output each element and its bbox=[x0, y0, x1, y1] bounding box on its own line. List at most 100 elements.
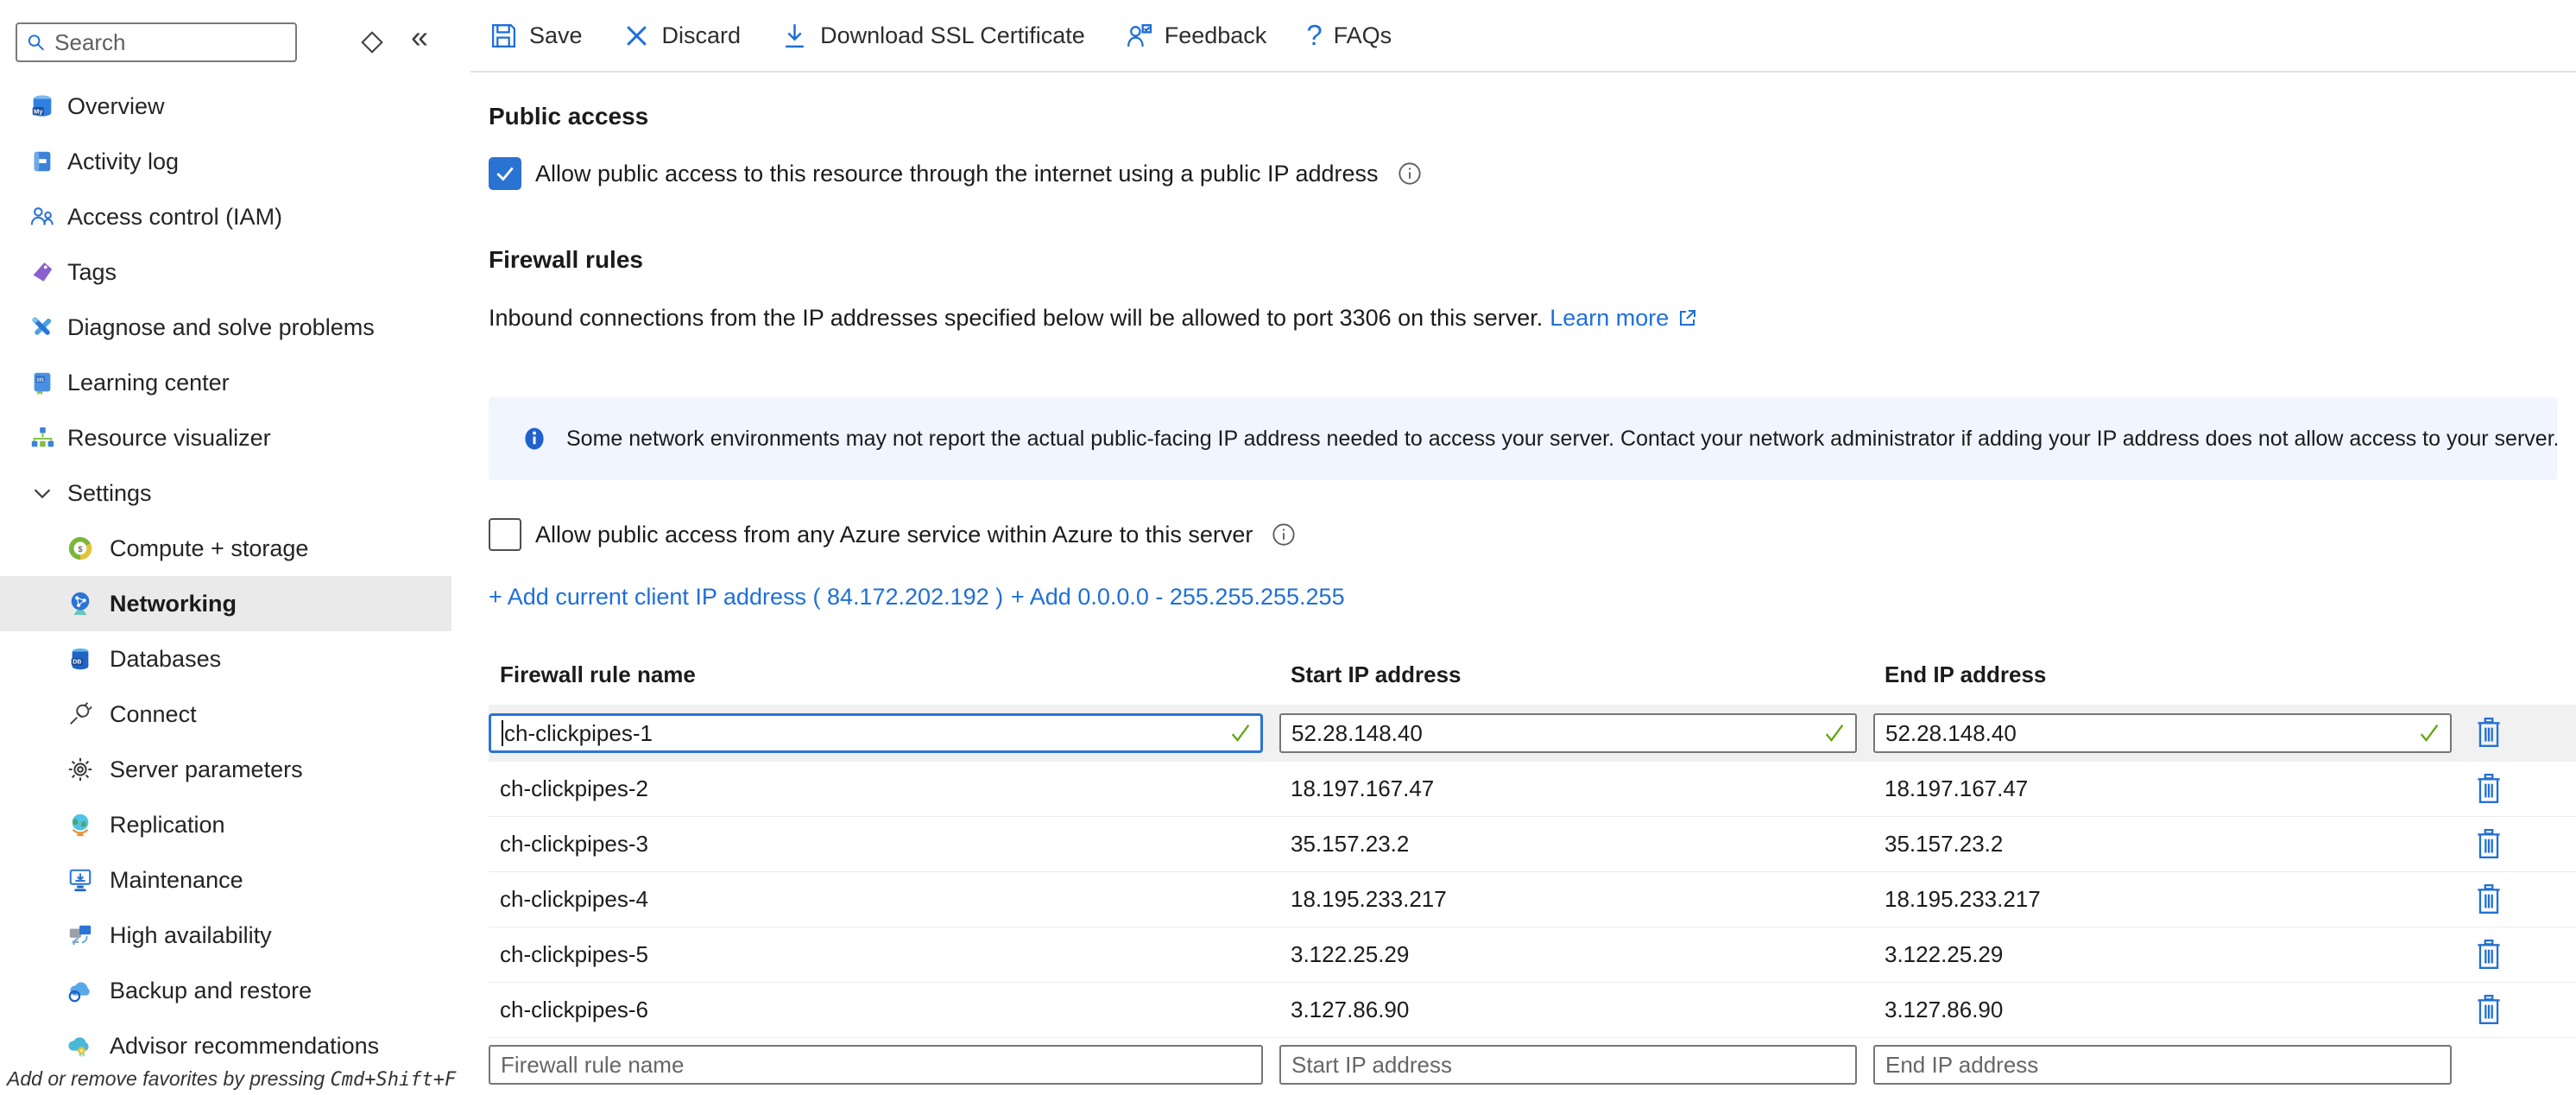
delete-rule-button[interactable] bbox=[2472, 935, 2506, 975]
sidebar-item-diagnose[interactable]: Diagnose and solve problems bbox=[0, 300, 451, 355]
question-mark-icon: ? bbox=[1306, 19, 1322, 52]
table-row: ch-clickpipes-4 18.195.233.217 18.195.23… bbox=[489, 872, 2576, 927]
chevron-down-icon bbox=[29, 480, 55, 506]
globe-stand-icon bbox=[67, 812, 93, 838]
delete-rule-button[interactable] bbox=[2472, 769, 2506, 809]
sidebar-item-label: Access control (IAM) bbox=[67, 204, 282, 231]
db-cylinder-icon: DB bbox=[67, 646, 93, 672]
end-ip-input[interactable] bbox=[1873, 713, 2452, 753]
delete-rule-button[interactable] bbox=[2472, 825, 2506, 864]
feedback-person-icon bbox=[1125, 22, 1153, 50]
add-ip-links: + Add current client IP address ( 84.172… bbox=[489, 584, 2576, 613]
search-input[interactable] bbox=[54, 29, 287, 56]
learn-more-link[interactable]: Learn more bbox=[1550, 305, 1669, 332]
sidebar-item-label: Tags bbox=[67, 259, 117, 286]
sidebar-item-resource-visualizer[interactable]: Resource visualizer bbox=[0, 410, 451, 465]
add-client-ip-link[interactable]: + Add current client IP address ( 84.172… bbox=[489, 584, 1003, 611]
start-ip-cell: 35.157.23.2 bbox=[1279, 831, 1857, 858]
cloud-restore-icon bbox=[67, 978, 93, 1003]
public-access-title: Public access bbox=[489, 102, 2576, 131]
rule-name-cell: ch-clickpipes-6 bbox=[489, 997, 1263, 1023]
sidebar-item-compute-storage[interactable]: $ Compute + storage bbox=[0, 521, 451, 576]
faqs-button[interactable]: ? FAQs bbox=[1306, 19, 1392, 52]
sidebar-item-label: Resource visualizer bbox=[67, 425, 271, 452]
info-filled-icon bbox=[521, 426, 547, 452]
save-button[interactable]: Save bbox=[489, 22, 583, 50]
sidebar-item-label: High availability bbox=[110, 922, 272, 949]
sidebar-item-tags[interactable]: Tags bbox=[0, 244, 451, 300]
sidebar-item-replication[interactable]: Replication bbox=[0, 797, 451, 852]
rule-name-input[interactable]: ch-clickpipes-1 bbox=[489, 713, 1263, 753]
sidebar-item-settings[interactable]: Settings bbox=[0, 465, 451, 521]
favorites-hint: Add or remove favorites by pressing Cmd+… bbox=[7, 1067, 456, 1091]
public-access-checkbox[interactable] bbox=[489, 157, 521, 190]
azure-services-checkbox[interactable] bbox=[489, 518, 521, 551]
end-ip-cell: 3.127.86.90 bbox=[1873, 997, 2452, 1023]
delete-rule-button[interactable] bbox=[2472, 713, 2506, 753]
sidebar-item-label: Settings bbox=[67, 480, 152, 507]
advisor-cloud-badge-icon bbox=[67, 1033, 93, 1059]
sidebar-item-access-control[interactable]: Access control (IAM) bbox=[0, 189, 451, 244]
start-ip-cell: 3.127.86.90 bbox=[1279, 997, 1857, 1023]
sidebar-search[interactable] bbox=[16, 22, 297, 62]
sidebar-item-overview[interactable]: My Overview bbox=[0, 79, 451, 134]
info-banner: Some network environments may not report… bbox=[489, 397, 2557, 480]
sidebar-item-high-availability[interactable]: High availability bbox=[0, 908, 451, 963]
delete-rule-button[interactable] bbox=[2472, 991, 2506, 1030]
trash-icon bbox=[2474, 883, 2503, 916]
download-ssl-certificate-button[interactable]: Download SSL Certificate bbox=[780, 22, 1085, 50]
end-ip-cell: 3.122.25.29 bbox=[1873, 941, 2452, 968]
sidebar-item-databases[interactable]: DB Databases bbox=[0, 631, 451, 687]
external-link-icon bbox=[1677, 307, 1698, 328]
sidebar-item-label: Connect bbox=[110, 701, 197, 728]
diamond-icon[interactable] bbox=[361, 31, 382, 53]
tools-icon bbox=[29, 314, 55, 340]
sidebar-item-label: Databases bbox=[110, 646, 221, 673]
plug-icon bbox=[67, 701, 93, 727]
table-row: ch-clickpipes-6 3.127.86.90 3.127.86.90 bbox=[489, 983, 2576, 1038]
new-end-ip-input[interactable] bbox=[1873, 1045, 2452, 1085]
public-access-checkbox-label: Allow public access to this resource thr… bbox=[535, 161, 1379, 187]
add-all-range-link[interactable]: + Add 0.0.0.0 - 255.255.255.255 bbox=[1011, 584, 1345, 611]
new-rule-name-input[interactable] bbox=[489, 1045, 1263, 1085]
sidebar-item-advisor[interactable]: Advisor recommendations bbox=[0, 1018, 451, 1073]
sidebar-nav: My Overview Activity log Access control … bbox=[0, 79, 451, 1073]
gear-icon bbox=[67, 756, 93, 782]
table-row: ch-clickpipes-3 35.157.23.2 35.157.23.2 bbox=[489, 817, 2576, 872]
delete-rule-button[interactable] bbox=[2472, 880, 2506, 920]
sidebar-item-label: Activity log bbox=[67, 149, 179, 175]
sidebar-item-server-parameters[interactable]: Server parameters bbox=[0, 742, 451, 797]
valid-check-icon bbox=[1822, 721, 1847, 745]
rule-name-cell: ch-clickpipes-5 bbox=[489, 941, 1263, 968]
info-icon[interactable] bbox=[1398, 161, 1422, 186]
sidebar-item-networking[interactable]: Networking bbox=[0, 576, 451, 631]
collapse-double-chevron-icon[interactable]: « bbox=[411, 19, 428, 55]
column-header-rule-name: Firewall rule name bbox=[489, 661, 1263, 688]
public-access-checkbox-row: Allow public access to this resource thr… bbox=[489, 157, 2576, 190]
trash-icon bbox=[2474, 773, 2503, 806]
sidebar-item-maintenance[interactable]: Maintenance bbox=[0, 852, 451, 908]
sidebar-item-activity-log[interactable]: Activity log bbox=[0, 134, 451, 189]
sidebar-item-label: Diagnose and solve problems bbox=[67, 314, 375, 341]
sidebar-item-label: Advisor recommendations bbox=[110, 1033, 379, 1060]
sidebar-item-backup-restore[interactable]: Backup and restore bbox=[0, 963, 451, 1018]
discard-x-icon bbox=[622, 22, 651, 50]
info-icon[interactable] bbox=[1272, 522, 1296, 547]
discard-button[interactable]: Discard bbox=[622, 22, 742, 50]
people-icon bbox=[29, 204, 55, 230]
azure-services-checkbox-row: Allow public access from any Azure servi… bbox=[489, 518, 2576, 551]
sidebar-item-learning-center[interactable]: 101 Learning center bbox=[0, 355, 451, 410]
rule-name-cell: ch-clickpipes-4 bbox=[489, 886, 1263, 913]
networking-content: Public access Allow public access to thi… bbox=[470, 102, 2576, 1085]
trash-icon bbox=[2474, 994, 2503, 1027]
trash-icon bbox=[2474, 717, 2503, 750]
activity-log-book-icon bbox=[29, 149, 55, 174]
feedback-button[interactable]: Feedback bbox=[1125, 22, 1267, 50]
new-start-ip-input[interactable] bbox=[1279, 1045, 1857, 1085]
table-row: ch-clickpipes-5 3.122.25.29 3.122.25.29 bbox=[489, 927, 2576, 983]
trash-icon bbox=[2474, 939, 2503, 972]
sidebar-item-connect[interactable]: Connect bbox=[0, 687, 451, 742]
start-ip-input[interactable] bbox=[1279, 713, 1857, 753]
table-row-editing: ch-clickpipes-1 bbox=[489, 705, 2576, 762]
sidebar-item-label: Learning center bbox=[67, 370, 230, 396]
